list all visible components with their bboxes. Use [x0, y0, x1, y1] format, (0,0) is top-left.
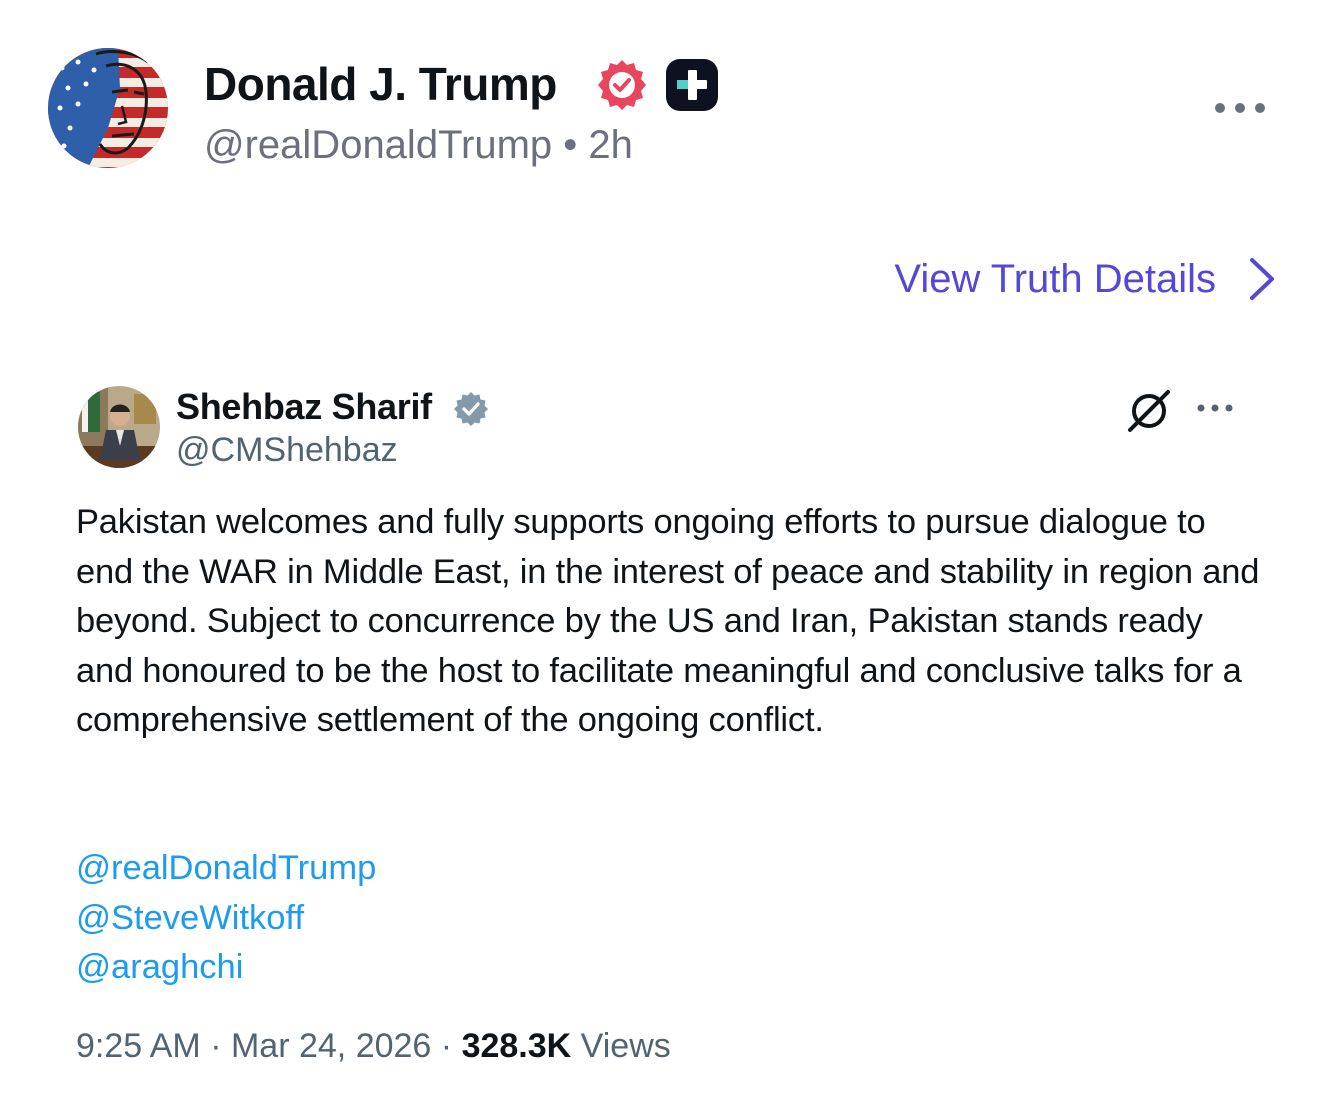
more-options-icon[interactable]	[1210, 90, 1270, 126]
embed-post-text: Pakistan welcomes and fully supports ong…	[76, 498, 1266, 746]
embed-time[interactable]: 9:25 AM	[76, 1027, 201, 1065]
mention-link[interactable]: @realDonaldTrump	[76, 844, 376, 894]
embed-meta-line: 9:25 AM · Mar 24, 2026 · 328.3K Views	[76, 1022, 671, 1070]
author-handle[interactable]: @realDonaldTrump	[204, 123, 552, 167]
avatar-image	[78, 386, 160, 468]
meta-dot: ·	[440, 1027, 453, 1065]
author-avatar[interactable]	[48, 48, 168, 168]
views-count: 328.3K	[461, 1027, 572, 1065]
post-screenshot: Donald J. Trump @realDonaldTrump • 2h Vi…	[0, 0, 1320, 1098]
embed-author-handle[interactable]: @CMShehbaz	[176, 428, 398, 472]
more-options-icon[interactable]	[1194, 396, 1236, 420]
plus-badge-icon	[664, 57, 720, 113]
grok-icon[interactable]	[1124, 388, 1174, 434]
author-name[interactable]: Donald J. Trump	[204, 56, 557, 112]
verified-badge-icon	[594, 57, 650, 113]
chevron-right-icon	[1250, 258, 1274, 300]
mention-link[interactable]: @SteveWitkoff	[76, 894, 376, 944]
mention-link[interactable]: @araghchi	[76, 943, 376, 993]
author-handle-line: @realDonaldTrump • 2h	[204, 120, 633, 170]
verified-badge-icon	[452, 390, 490, 428]
avatar-image	[48, 48, 168, 168]
view-truth-details-label: View Truth Details	[894, 256, 1216, 301]
embed-author-name[interactable]: Shehbaz Sharif	[176, 384, 432, 430]
meta-dot: ·	[210, 1027, 222, 1065]
embed-author-avatar[interactable]	[78, 386, 160, 468]
embed-mentions: @realDonaldTrump @SteveWitkoff @araghchi	[76, 844, 376, 993]
post-time: 2h	[588, 123, 633, 167]
separator-dot: •	[563, 123, 578, 167]
embed-post-body: Pakistan welcomes and fully supports ong…	[76, 503, 1260, 739]
views-label: Views	[580, 1027, 671, 1065]
embed-date[interactable]: Mar 24, 2026	[231, 1027, 431, 1065]
view-truth-details-link[interactable]: View Truth Details	[894, 250, 1278, 308]
